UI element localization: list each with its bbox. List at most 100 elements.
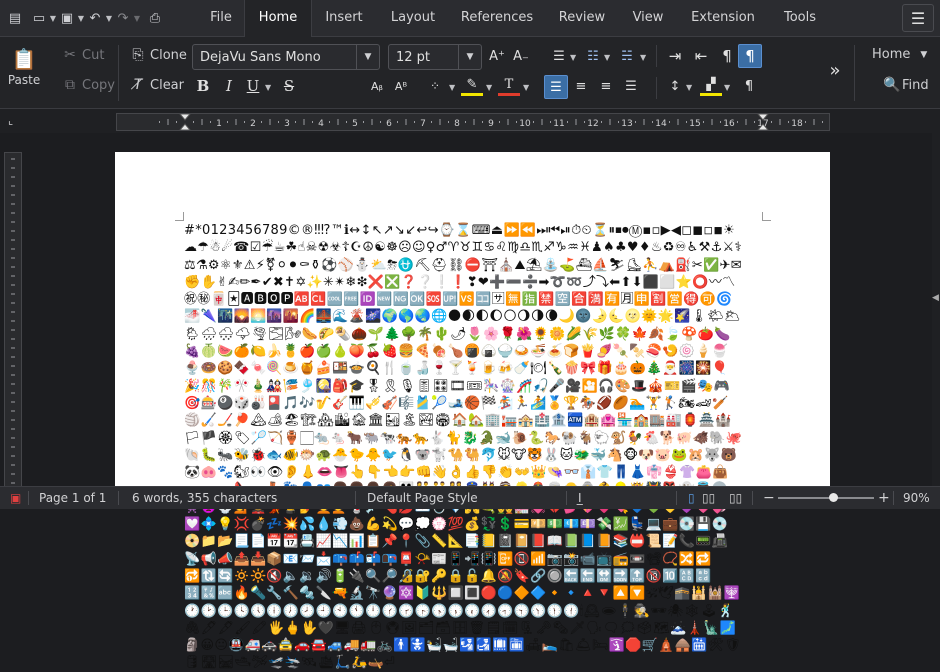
clone-label: Clone: [150, 47, 187, 63]
superscript-icon[interactable]: Aᴮ: [390, 75, 412, 97]
chevron-down-icon[interactable]: ▼: [604, 53, 610, 62]
clone-button[interactable]: ⎘ Clone: [128, 45, 187, 65]
document-text[interactable]: #*0123456789©®‼⁉™ℹ↔↕↖↗↘↙↩↪⌚⌛⌨⏏⏩⏪⏭⏮⏯⏱⏲⏳⏸⏹…: [184, 222, 744, 672]
hamburger-menu-button[interactable]: ☰: [902, 4, 934, 32]
divider: [676, 491, 677, 505]
tab-tools[interactable]: Tools: [772, 0, 828, 36]
divider: [118, 45, 119, 101]
subscript-icon[interactable]: Aᵦ: [366, 75, 388, 97]
ruler-label: 8: [454, 119, 460, 129]
numbered-list-icon[interactable]: ☷: [582, 45, 604, 67]
tab-layout[interactable]: Layout: [380, 0, 446, 36]
decrease-indent-icon[interactable]: ⇤: [690, 45, 712, 67]
strikethrough-icon[interactable]: S: [278, 75, 300, 97]
page-style[interactable]: Default Page Style: [367, 487, 478, 509]
vertical-scrollbar[interactable]: ◀: [932, 133, 940, 486]
tab-insert[interactable]: Insert: [314, 0, 374, 36]
text-boundary-corner: [762, 212, 771, 221]
ruler-label: 1: [216, 119, 222, 129]
tab-stop-icon[interactable]: ⌞: [8, 114, 13, 127]
word-count[interactable]: 6 words, 355 characters: [132, 487, 277, 509]
paste-button[interactable]: 📋 Paste: [8, 47, 40, 87]
chevron-down-icon[interactable]: ▼: [640, 53, 646, 62]
chevron-down-icon[interactable]: ▼: [76, 14, 86, 23]
align-left-icon[interactable]: ☰: [544, 75, 568, 99]
copy-button[interactable]: ⧉ Copy: [60, 75, 115, 95]
tab-references[interactable]: References: [456, 0, 538, 36]
chevron-left-icon[interactable]: ◀: [932, 293, 939, 303]
outline-list-icon[interactable]: ☵: [616, 45, 638, 67]
redo-icon[interactable]: ↷: [114, 8, 132, 28]
zoom-out-icon[interactable]: −: [763, 487, 775, 509]
line-spacing-icon[interactable]: ↕: [664, 75, 686, 97]
clear-button[interactable]: T̸ Clear: [128, 75, 184, 95]
chevron-down-icon[interactable]: ▼: [686, 83, 692, 92]
font-name-select[interactable]: DejaVu Sans Mono ▼: [192, 44, 380, 70]
cut-icon: ✂: [64, 47, 76, 63]
grow-font-icon[interactable]: A⁺: [486, 45, 508, 67]
character-spacing-icon[interactable]: ⁘: [424, 75, 446, 97]
zoom-slider-handle[interactable]: [828, 493, 838, 502]
chevron-down-icon[interactable]: ▼: [265, 83, 271, 92]
paste-icon: 📋: [11, 47, 37, 71]
save-icon[interactable]: ▣: [58, 8, 76, 28]
ruler-label: 3: [284, 119, 290, 129]
tab-file[interactable]: File: [198, 0, 244, 36]
align-right-icon[interactable]: ≡: [595, 75, 617, 97]
justify-icon[interactable]: ☰: [620, 75, 642, 97]
book-view-icon[interactable]: ▯▯: [729, 487, 742, 509]
tab-extension[interactable]: Extension: [684, 0, 762, 36]
shrink-font-icon[interactable]: A₋: [510, 45, 532, 67]
divider: [752, 491, 753, 505]
chevron-down-icon[interactable]: ▼: [449, 83, 455, 92]
open-icon[interactable]: ▭: [30, 8, 48, 28]
zoom-level[interactable]: 90%: [903, 487, 930, 509]
chevron-down-icon[interactable]: ▼: [48, 14, 58, 23]
chevron-down-icon[interactable]: ▼: [570, 53, 576, 62]
text-selection-mode-icon[interactable]: I̲: [578, 487, 582, 509]
bold-icon[interactable]: B: [192, 75, 214, 97]
vertical-ruler[interactable]: [4, 152, 22, 488]
increase-indent-icon[interactable]: ⇥: [664, 45, 686, 67]
zoom-in-icon[interactable]: +: [878, 487, 890, 509]
underline-icon[interactable]: U: [242, 75, 264, 97]
horizontal-ruler[interactable]: 123456789101112131415161718: [116, 113, 830, 131]
font-size-select[interactable]: 12 pt ▼: [388, 44, 482, 70]
cut-button[interactable]: ✂ Cut: [60, 45, 104, 65]
font-size-value: 12 pt: [396, 49, 431, 65]
document-modified-icon[interactable]: ▣: [10, 487, 21, 509]
ruler-label: 18: [791, 119, 803, 129]
page-count[interactable]: Page 1 of 1: [39, 487, 106, 509]
tab-view[interactable]: View: [624, 0, 672, 36]
pilcrow-icon[interactable]: ¶: [738, 44, 762, 68]
app-menu-icon[interactable]: ▤: [6, 8, 24, 28]
multi-page-view-icon[interactable]: ▯▯: [702, 487, 715, 509]
chevron-down-icon[interactable]: ▼: [724, 83, 730, 92]
ruler-label: 5: [352, 119, 358, 129]
more-options-icon[interactable]: »: [824, 59, 846, 81]
highlight-icon[interactable]: ✎: [461, 75, 483, 96]
tab-review[interactable]: Review: [552, 0, 612, 36]
paragraph-settings-icon[interactable]: ¶: [738, 75, 760, 97]
undo-icon[interactable]: ↶: [86, 8, 104, 28]
single-page-view-icon[interactable]: ▯: [688, 487, 695, 509]
print-icon[interactable]: ⎙: [146, 8, 164, 28]
styles-dropdown[interactable]: Home ▼: [872, 47, 927, 62]
bullet-list-icon[interactable]: ☰: [548, 45, 570, 67]
ruler-label: 6: [386, 119, 392, 129]
find-button[interactable]: 🔍 Find: [883, 75, 928, 95]
chevron-down-icon[interactable]: ▼: [486, 83, 492, 92]
formatting-marks-icon[interactable]: ¶: [716, 45, 738, 67]
font-color-icon[interactable]: T: [498, 75, 520, 96]
paragraph-background-icon[interactable]: ▞: [700, 75, 722, 96]
tab-home[interactable]: Home: [244, 0, 312, 37]
chevron-down-icon[interactable]: ▼: [132, 14, 142, 23]
italic-icon[interactable]: I: [218, 75, 240, 97]
zoom-slider[interactable]: [778, 493, 874, 502]
align-center-icon[interactable]: ≡: [570, 75, 592, 97]
chevron-down-icon: ▼: [920, 49, 928, 60]
chevron-down-icon[interactable]: ▼: [104, 14, 114, 23]
chevron-down-icon[interactable]: ▼: [523, 83, 529, 92]
divider: [893, 491, 894, 505]
clear-icon: T̸: [133, 77, 143, 93]
